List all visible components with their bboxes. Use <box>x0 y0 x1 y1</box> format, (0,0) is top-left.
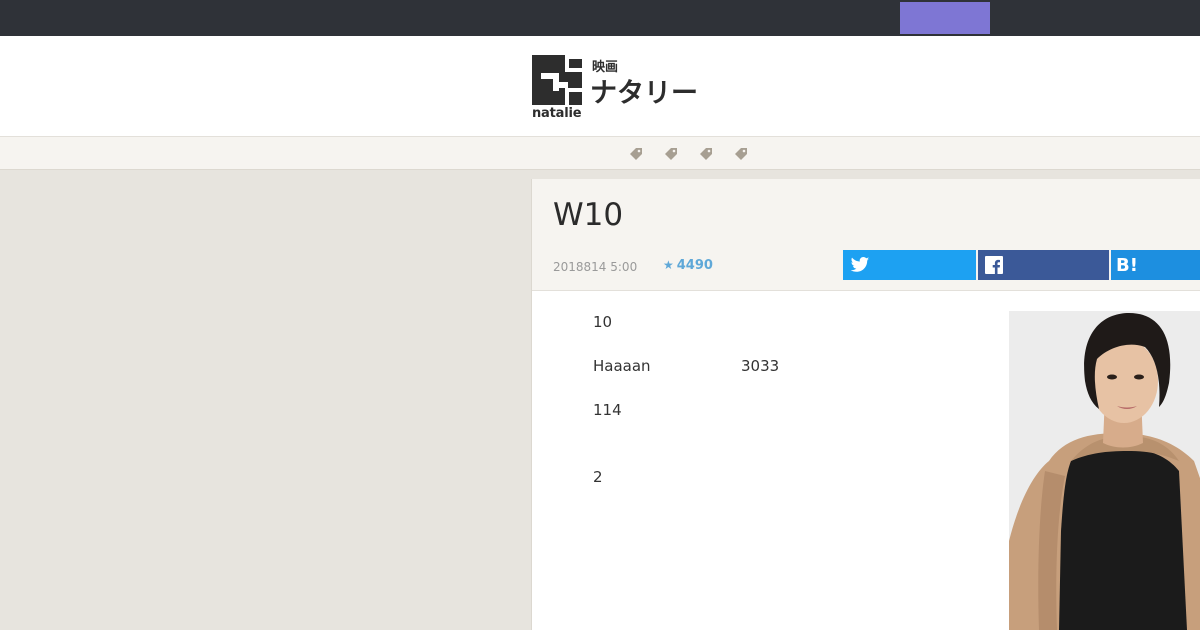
article-photo[interactable] <box>1009 311 1200 630</box>
star-count-value: 4490 <box>676 258 713 273</box>
tag-icon[interactable] <box>733 145 749 161</box>
tag-bar <box>0 136 1200 170</box>
share-hatena-button[interactable]: B! <box>1111 250 1200 280</box>
site-logo[interactable]: 映画 ナタリー natalie <box>532 55 702 125</box>
tag-icon[interactable] <box>698 145 714 161</box>
article-paragraph: 114 <box>593 401 622 419</box>
top-bar <box>0 0 1200 36</box>
article-paragraph-number: 3033 <box>741 357 780 375</box>
article-header: W10 2018814 5:00 ★ 4490 B! <box>532 179 1200 291</box>
article-title: W10 <box>553 197 624 233</box>
star-icon: ★ <box>663 258 674 272</box>
tag-icon[interactable] <box>663 145 679 161</box>
logo-brand: ナタリー <box>590 78 698 109</box>
facebook-icon <box>985 256 1003 274</box>
portrait-image <box>1009 311 1200 630</box>
share-twitter-button[interactable] <box>843 250 976 280</box>
tag-icon[interactable] <box>628 145 644 161</box>
share-facebook-button[interactable] <box>978 250 1109 280</box>
logo-wordmark: natalie <box>532 106 582 121</box>
article-paragraph: 10 <box>593 313 613 331</box>
article-star-count[interactable]: ★ 4490 <box>663 258 713 273</box>
twitter-icon <box>850 257 870 272</box>
article-paragraph: 2 <box>593 468 603 486</box>
natalie-logo-mark-icon <box>532 55 582 105</box>
article-body: 10 Haaaan 3033 114 2 <box>532 291 1200 630</box>
hatena-bookmark-icon: B! <box>1116 255 1138 276</box>
site-header: 映画 ナタリー natalie <box>0 36 1200 136</box>
article: W10 2018814 5:00 ★ 4490 B! 10 Haaaan 3033… <box>531 179 1200 630</box>
article-paragraph: Haaaan <box>593 357 651 375</box>
article-date: 2018814 5:00 <box>553 260 638 274</box>
tag-list <box>628 145 749 161</box>
top-bar-button[interactable] <box>900 2 990 34</box>
